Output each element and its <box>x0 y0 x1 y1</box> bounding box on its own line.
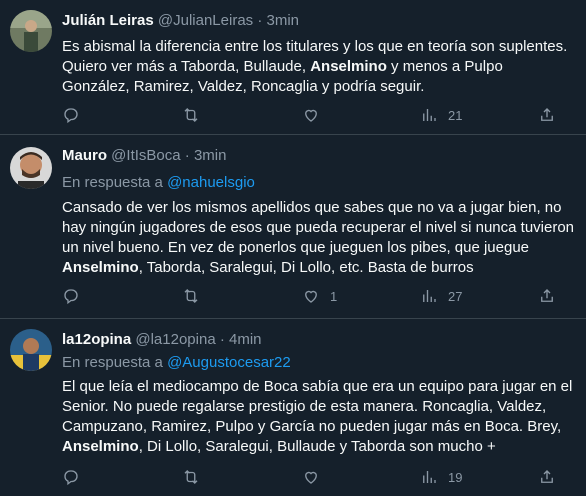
tweet-text: Es abismal la diferencia entre los titul… <box>62 37 574 97</box>
author-name[interactable]: Julián Leiras <box>62 12 154 29</box>
reply-context: En respuesta a @nahuelsgio <box>62 174 255 191</box>
share-icon <box>541 470 553 483</box>
retweet-icon <box>184 289 198 303</box>
reply-mention-link[interactable]: @Augustocesar22 <box>167 354 291 371</box>
share-icon <box>541 108 553 121</box>
tweet[interactable]: Julián Leiras @JulianLeiras · 3min Es ab… <box>0 0 586 135</box>
like-button[interactable] <box>302 468 330 486</box>
views-icon <box>423 471 436 483</box>
avatar[interactable] <box>10 147 52 189</box>
separator-dot: · <box>219 331 225 348</box>
retweet-icon <box>184 470 198 484</box>
reply-icon <box>64 289 78 305</box>
tweet[interactable]: la12opina @la12opina · 4min En respuesta… <box>0 319 586 496</box>
timestamp[interactable]: 3min <box>267 12 300 29</box>
reply-mention-link[interactable]: @nahuelsgio <box>167 174 255 191</box>
like-button[interactable] <box>302 106 330 124</box>
separator-dot: · <box>184 147 190 164</box>
avatar[interactable] <box>10 10 52 52</box>
author-handle[interactable]: @la12opina <box>135 331 215 348</box>
like-count: 1 <box>330 288 338 304</box>
reply-context: En respuesta a @Augustocesar22 <box>62 354 291 371</box>
author-handle[interactable]: @JulianLeiras <box>158 12 253 29</box>
tweet-header: Mauro @ItIsBoca · 3min <box>62 147 226 164</box>
timestamp[interactable]: 4min <box>229 331 262 348</box>
views-button[interactable]: 19 <box>420 468 462 486</box>
tweet[interactable]: Mauro @ItIsBoca · 3min En respuesta a @n… <box>0 135 586 319</box>
tweet-actions: 21 <box>62 106 574 126</box>
retweet-button[interactable] <box>182 287 200 305</box>
views-icon <box>423 290 436 302</box>
views-button[interactable]: 21 <box>420 106 462 124</box>
heart-icon <box>305 109 317 122</box>
tweet-text-bold: Anselmino <box>310 58 387 75</box>
share-button[interactable] <box>538 287 556 305</box>
tweet-actions: 19 <box>62 468 574 488</box>
tweet-text-part: , Di Lollo, Saralegui, Bullaude y Tabord… <box>138 438 496 455</box>
retweet-button[interactable] <box>182 106 200 124</box>
tweet-text: Cansado de ver los mismos apellidos que … <box>62 198 574 278</box>
views-button[interactable]: 27 <box>420 287 462 305</box>
share-button[interactable] <box>538 106 556 124</box>
share-icon <box>541 289 553 302</box>
tweet-text-bold: Anselmino <box>62 438 139 455</box>
reply-button[interactable] <box>62 106 80 124</box>
tweet-text-part: , Taborda, Saralegui, Di Lollo, etc. Bas… <box>138 259 474 276</box>
views-count: 19 <box>448 469 463 485</box>
like-button[interactable]: 1 <box>302 287 337 305</box>
avatar[interactable] <box>10 329 52 371</box>
timestamp[interactable]: 3min <box>194 147 227 164</box>
heart-icon <box>305 471 317 484</box>
author-name[interactable]: Mauro <box>62 147 107 164</box>
separator-dot: · <box>257 12 263 29</box>
reply-prefix: En respuesta a <box>62 174 163 191</box>
reply-button[interactable] <box>62 287 80 305</box>
retweet-icon <box>184 108 198 122</box>
tweet-actions: 1 27 <box>62 287 574 307</box>
tweet-header: la12opina @la12opina · 4min <box>62 331 262 348</box>
reply-button[interactable] <box>62 468 80 486</box>
tweet-text-bold: Anselmino <box>62 259 139 276</box>
retweet-button[interactable] <box>182 468 200 486</box>
views-icon <box>423 109 436 121</box>
tweet-text-part: Cansado de ver los mismos apellidos que … <box>62 199 575 256</box>
views-count: 27 <box>448 288 463 304</box>
reply-prefix: En respuesta a <box>62 354 163 371</box>
author-handle[interactable]: @ItIsBoca <box>111 147 180 164</box>
reply-icon <box>64 108 78 124</box>
reply-icon <box>64 470 78 486</box>
views-count: 21 <box>448 107 463 123</box>
heart-icon <box>305 290 317 303</box>
tweet-text: El que leía el mediocampo de Boca sabía … <box>62 377 574 457</box>
tweet-header: Julián Leiras @JulianLeiras · 3min <box>62 12 299 29</box>
author-name[interactable]: la12opina <box>62 331 131 348</box>
tweet-text-part: El que leía el mediocampo de Boca sabía … <box>62 378 573 435</box>
share-button[interactable] <box>538 468 556 486</box>
